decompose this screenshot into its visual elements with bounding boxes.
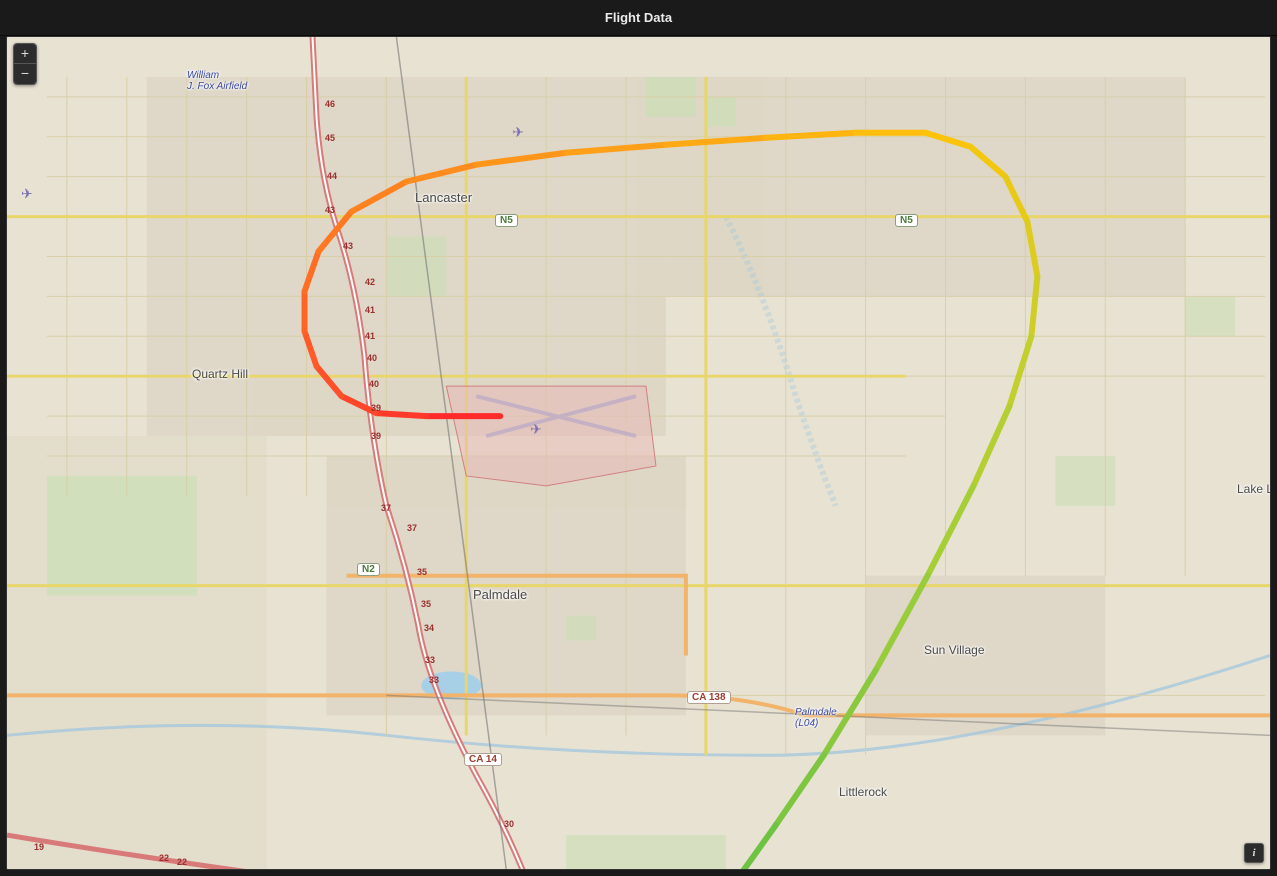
- attribution-button[interactable]: i: [1244, 843, 1264, 863]
- map-canvas: ✈ ✈ ✈: [7, 37, 1270, 869]
- svg-text:✈: ✈: [530, 421, 542, 437]
- zoom-in-button[interactable]: +: [14, 44, 36, 64]
- svg-text:✈: ✈: [21, 186, 33, 202]
- svg-text:✈: ✈: [512, 124, 524, 140]
- zoom-controls: + −: [13, 43, 37, 85]
- zoom-out-button[interactable]: −: [14, 64, 36, 84]
- window-title: Flight Data: [605, 10, 672, 25]
- title-bar: Flight Data: [0, 0, 1277, 36]
- map-viewport[interactable]: ✈ ✈ ✈ LancasterQuartz HillPalmdaleSun Vi…: [6, 36, 1271, 870]
